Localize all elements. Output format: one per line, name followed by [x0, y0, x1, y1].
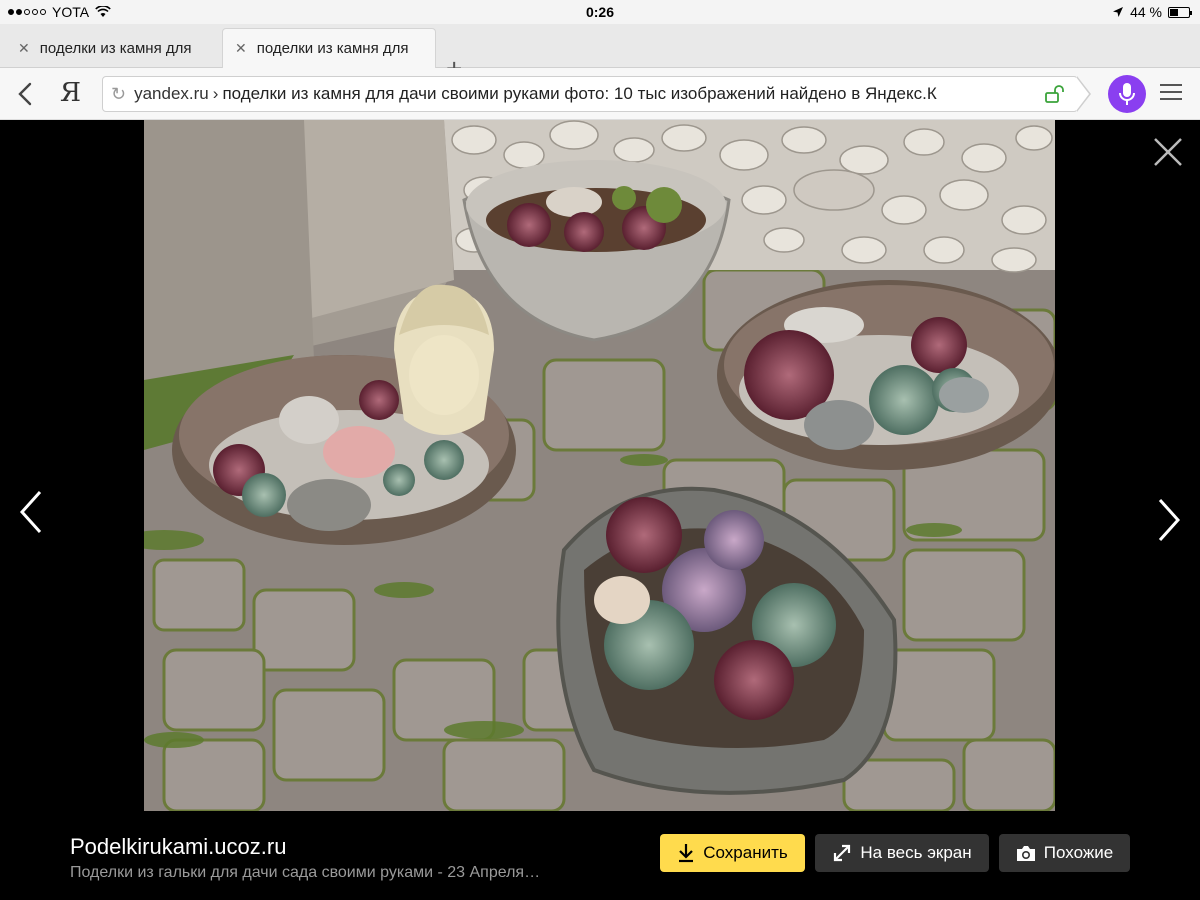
- tab-1[interactable]: ✕ поделки из камня для: [6, 28, 218, 68]
- status-bar: YOTA 0:26 44 %: [0, 0, 1200, 24]
- url-query-text: поделки из камня для дачи своими руками …: [222, 84, 937, 103]
- url-separator: ›: [212, 84, 219, 103]
- save-button-label: Сохранить: [703, 843, 788, 862]
- reload-icon[interactable]: ↻: [111, 84, 126, 105]
- microphone-icon: [1119, 83, 1135, 105]
- address-row: Я ↻ yandex.ru › поделки из камня для дач…: [0, 68, 1200, 120]
- hamburger-menu-icon[interactable]: [1160, 84, 1182, 102]
- source-description[interactable]: Поделки из гальки для дачи сада своими р…: [70, 864, 540, 882]
- source-site-link[interactable]: Podelkirukami.ucoz.ru: [70, 834, 286, 860]
- url-arrow-fill: [1076, 77, 1089, 111]
- url-domain: yandex.ru: [134, 84, 209, 103]
- tab-close-icon[interactable]: ✕: [235, 40, 247, 57]
- camera-icon: [1016, 845, 1035, 861]
- yandex-logo[interactable]: Я: [60, 78, 81, 108]
- alice-microphone-button[interactable]: [1108, 75, 1146, 113]
- tab-2-active[interactable]: ✕ поделки из камня для: [222, 28, 436, 68]
- tab-bar: ✕ поделки из камня для ✕ поделки из камн…: [0, 24, 1200, 84]
- status-right: 44 %: [1112, 4, 1192, 20]
- similar-images-button[interactable]: Похожие: [999, 834, 1130, 872]
- url-fade: [947, 77, 1037, 111]
- unlocked-padlock-icon[interactable]: [1045, 85, 1067, 103]
- location-arrow-icon: [1113, 7, 1124, 17]
- battery-percent: 44 %: [1130, 4, 1162, 20]
- battery-icon: [1168, 6, 1192, 18]
- save-button[interactable]: Сохранить: [660, 834, 805, 872]
- download-icon: [679, 844, 694, 863]
- expand-icon: [834, 844, 851, 862]
- garden-photo[interactable]: [144, 120, 1055, 811]
- image-viewer: [0, 120, 1200, 900]
- fullscreen-button-label: На весь экран: [860, 843, 972, 862]
- tab-title: поделки из камня для: [256, 40, 409, 57]
- back-arrow-icon[interactable]: [14, 80, 38, 108]
- fullscreen-button[interactable]: На весь экран: [815, 834, 989, 872]
- garden-succulent-planters-photo: [144, 120, 1055, 811]
- tab-close-icon[interactable]: ✕: [18, 40, 30, 57]
- tab-title: поделки из камня для: [39, 39, 192, 57]
- next-image-arrow-icon[interactable]: [1156, 498, 1182, 542]
- close-viewer-icon[interactable]: [1152, 136, 1184, 168]
- status-time: 0:26: [585, 4, 615, 20]
- url-field[interactable]: ↻ yandex.ru › поделки из камня для дачи …: [102, 76, 1078, 112]
- battery-fill: [1170, 8, 1178, 16]
- similar-button-label: Похожие: [1043, 843, 1114, 862]
- previous-image-arrow-icon[interactable]: [18, 490, 44, 534]
